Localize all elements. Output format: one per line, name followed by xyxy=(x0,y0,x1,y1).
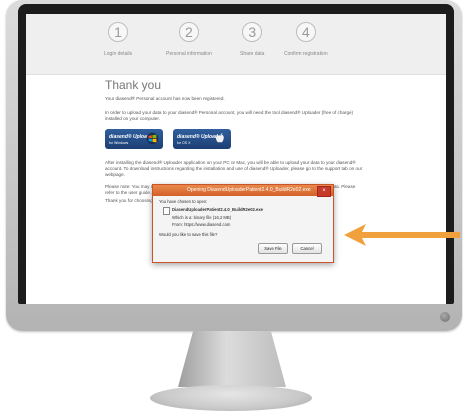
file-open-dialog: Opening DiasendUploaderPatient2.4.0_Buil… xyxy=(152,184,334,263)
step-label: Personal information xyxy=(166,51,212,57)
step-number: 3 xyxy=(242,22,263,42)
registered-text: Your diasend® Personal account has now b… xyxy=(105,96,225,101)
step-label: Confirm registration xyxy=(284,51,328,57)
step-share-data: 3 Share data xyxy=(240,22,264,57)
upload-instructions-text: In order to upload your data to your dia… xyxy=(105,110,354,121)
step-number: 4 xyxy=(295,22,316,42)
dialog-title-bar[interactable]: Opening DiasendUploaderPatient2.4.0_Buil… xyxy=(153,185,333,197)
dialog-intro: You have chosen to open: xyxy=(159,199,208,204)
cancel-button[interactable]: Cancel xyxy=(292,243,322,254)
step-number: 2 xyxy=(178,22,199,42)
file-icon xyxy=(163,207,170,215)
after-install-text: After installing the diasend® Uploader a… xyxy=(105,160,363,177)
step-confirm-registration: 4 Confirm registration xyxy=(284,22,328,57)
monitor-stand-neck xyxy=(178,331,286,387)
download-windows-button[interactable]: diasend® Uploader for Windows xyxy=(105,129,163,149)
monitor-stand-base xyxy=(150,385,312,411)
step-label: Share data xyxy=(240,51,265,57)
apple-logo-icon xyxy=(215,133,224,143)
page-title: Thank you xyxy=(105,78,162,92)
download-button-subtitle: for Windows xyxy=(109,141,129,145)
step-number: 1 xyxy=(108,22,129,42)
download-mac-button[interactable]: diasend® Uploader for OS X xyxy=(173,129,231,149)
close-icon[interactable]: × xyxy=(317,186,331,197)
dialog-title: Opening DiasendUploaderPatient2.4.0_Buil… xyxy=(187,187,311,193)
dialog-filename: DiasendUploaderPatient2.4.0_BuildR2e02.e… xyxy=(172,207,263,212)
step-login-details: 1 Login details xyxy=(104,22,132,57)
save-file-button[interactable]: Save File xyxy=(258,243,288,254)
power-button-icon xyxy=(440,312,450,322)
step-personal-information: 2 Personal information xyxy=(166,22,212,57)
dialog-question: Would you like to save this file? xyxy=(159,232,218,237)
pointer-arrow-icon xyxy=(344,224,460,246)
step-label: Login details xyxy=(104,51,133,57)
dialog-file-source: From: https://www.diasend.com xyxy=(172,222,231,227)
dialog-file-type: Which is a: binary file (16,2 MB) xyxy=(172,215,232,220)
registration-steps: 1 Login details 2 Personal information 3… xyxy=(26,14,446,75)
download-button-subtitle: for OS X xyxy=(177,141,191,145)
windows-logo-icon xyxy=(146,132,159,145)
